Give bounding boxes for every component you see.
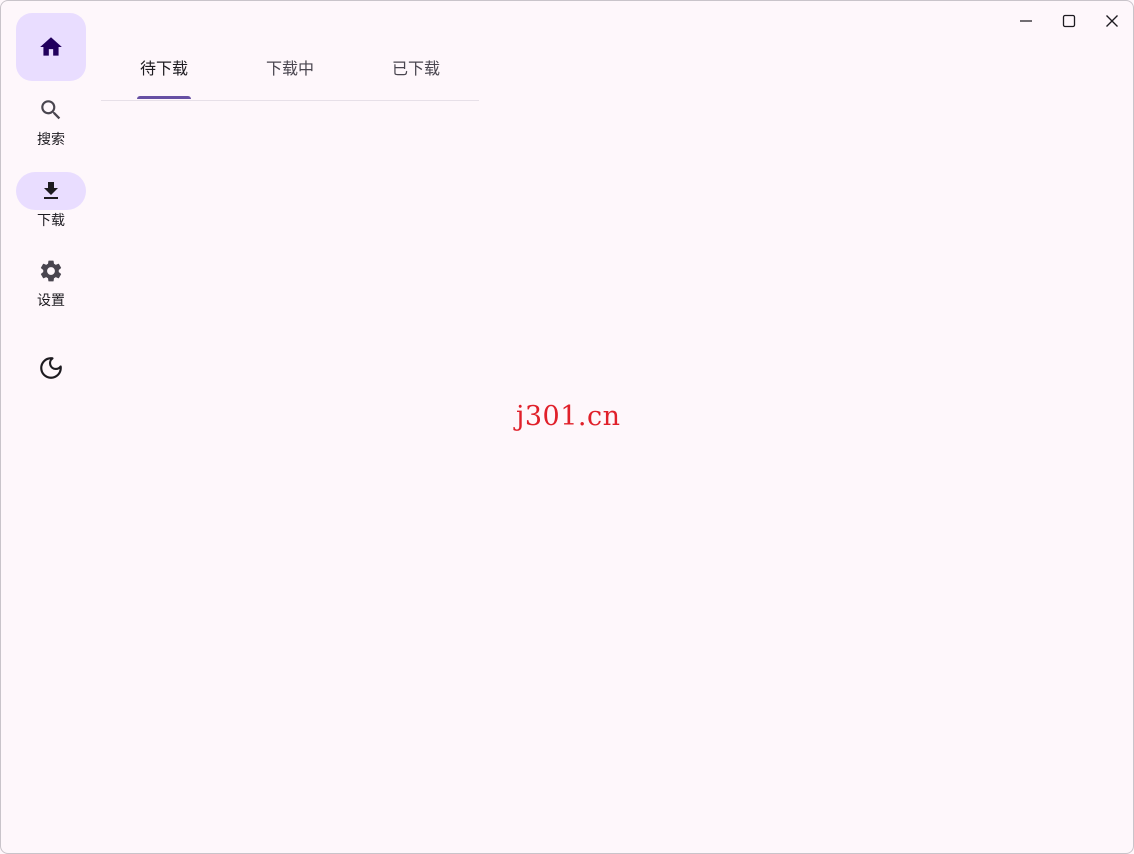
nav-item-settings-label: 设置: [37, 293, 65, 309]
theme-toggle-button[interactable]: [31, 348, 71, 388]
tab-downloaded-label: 已下载: [391, 59, 440, 78]
tab-downloading[interactable]: 下载中: [227, 41, 353, 99]
nav-item-download-indicator: [16, 172, 86, 210]
close-icon: [1105, 15, 1118, 27]
minimize-button[interactable]: [1004, 1, 1047, 41]
moon-icon: [40, 357, 62, 379]
nav-item-settings[interactable]: 设置: [1, 252, 101, 310]
minimize-icon: [1019, 20, 1032, 22]
tab-downloading-label: 下载中: [265, 59, 314, 78]
nav-item-download-label: 下载: [37, 213, 65, 229]
nav-item-search-indicator: [16, 91, 86, 129]
tab-pending-label: 待下载: [139, 59, 188, 78]
nav-item-search[interactable]: 搜索: [1, 91, 101, 149]
watermark-text: j301.cn: [516, 401, 621, 432]
app-window: 搜索 下载 设置 待下载 下载中 已下载 j301.cn: [0, 0, 1134, 854]
tab-active-indicator: [137, 96, 191, 99]
download-tabs: 待下载 下载中 已下载: [101, 41, 479, 101]
home-button[interactable]: [16, 13, 86, 81]
search-icon: [41, 100, 61, 120]
tab-pending[interactable]: 待下载: [101, 41, 227, 99]
nav-item-search-label: 搜索: [37, 132, 65, 148]
maximize-icon: [1062, 14, 1075, 28]
gear-icon: [40, 260, 62, 282]
navigation-rail: 搜索 下载 设置: [1, 1, 101, 853]
close-button[interactable]: [1090, 1, 1133, 41]
tab-downloaded[interactable]: 已下载: [353, 41, 479, 99]
home-icon: [40, 37, 62, 56]
nav-item-download[interactable]: 下载: [1, 172, 101, 230]
nav-item-settings-indicator: [16, 252, 86, 290]
maximize-button[interactable]: [1047, 1, 1090, 41]
window-controls: [1004, 1, 1133, 41]
download-icon: [44, 182, 58, 199]
